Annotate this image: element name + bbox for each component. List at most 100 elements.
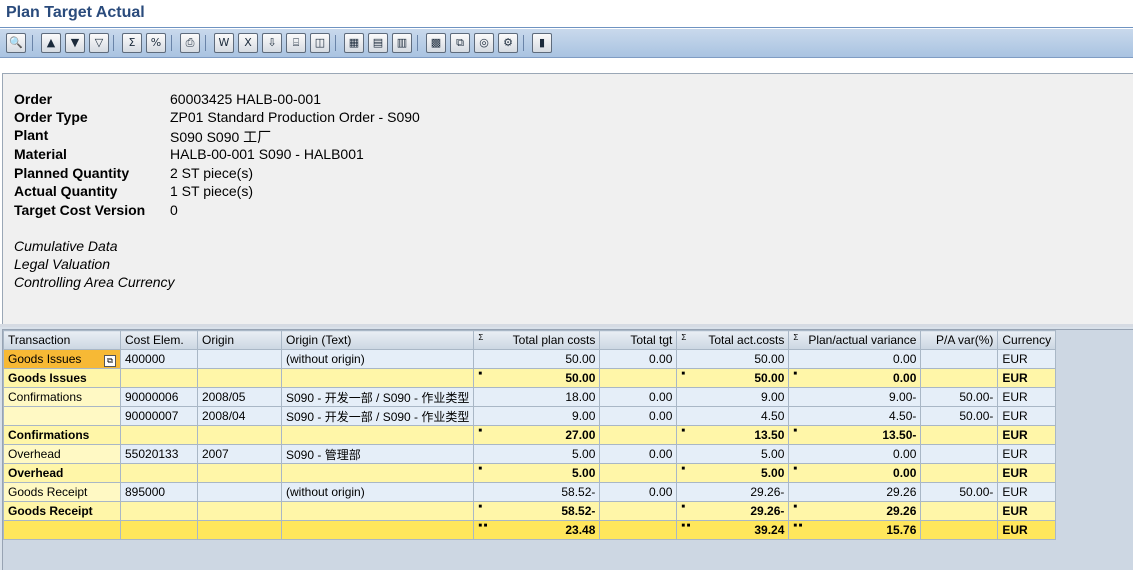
table-cell[interactable]: 2008/05 — [197, 387, 282, 407]
table-cell[interactable]: ■ 29.26- — [676, 501, 790, 521]
table-cell[interactable]: 4.50 — [676, 406, 790, 426]
table-cell[interactable]: 18.00 — [473, 387, 601, 407]
details-button[interactable]: 🔍 — [6, 33, 26, 53]
column-header[interactable]: Origin — [197, 330, 282, 350]
table-row[interactable]: Overhead 55020133 2007 S090 - 管理部 5.00 0.00 5.… — [3, 444, 1057, 464]
column-header[interactable]: Cost Elem. — [120, 330, 198, 350]
table-cell[interactable]: ■ 0.00 — [788, 463, 922, 483]
table-cell[interactable]: Goods Issues — [3, 368, 121, 388]
table-cell[interactable] — [3, 520, 121, 540]
settings-button[interactable]: ⚙ — [498, 33, 518, 53]
table-cell[interactable] — [280, 425, 475, 445]
table-cell[interactable]: EUR — [997, 482, 1057, 502]
table-cell[interactable] — [920, 349, 999, 369]
table-cell[interactable]: 2007 — [197, 444, 282, 464]
table-cell[interactable]: EUR — [997, 406, 1057, 426]
column-header[interactable]: Origin (Text) — [280, 330, 475, 350]
table-cell[interactable]: 58.52- — [473, 482, 601, 502]
table-cell[interactable] — [920, 368, 999, 388]
table-cell[interactable] — [120, 368, 198, 388]
table-cell[interactable]: S090 - 开发一部 / S090 - 作业类型 — [280, 406, 475, 426]
grand-total-row[interactable]: ■ ■ 23.48 ■ ■ 39.24 ■ ■ 15.76 EUR — [3, 520, 1057, 540]
table-cell[interactable]: EUR — [997, 520, 1057, 540]
subtotal-row[interactable]: Goods Issues ■ 50.00 ■ 50.00 ■ 0.00 EUR — [3, 368, 1057, 388]
table-cell[interactable] — [197, 349, 282, 369]
column-layout-button[interactable]: ▮ — [532, 33, 552, 53]
table-cell[interactable] — [197, 368, 282, 388]
table-cell[interactable]: Goods Receipt — [3, 501, 121, 521]
total-button[interactable]: Σ — [122, 33, 142, 53]
table-cell[interactable]: EUR — [997, 349, 1057, 369]
table-cell[interactable]: 50.00- — [920, 387, 999, 407]
table-cell[interactable] — [920, 501, 999, 521]
hotspot-icon[interactable]: ⧉ — [104, 354, 116, 367]
table-cell[interactable] — [920, 444, 999, 464]
table-cell[interactable]: Overhead — [3, 444, 121, 464]
table-cell[interactable]: 50.00- — [920, 406, 999, 426]
table-cell[interactable]: EUR — [997, 425, 1057, 445]
table-cell[interactable]: 0.00 — [599, 444, 678, 464]
table-cell[interactable] — [197, 463, 282, 483]
subtotal-row[interactable]: Goods Receipt ■ 58.52- ■ 29.26- ■ 29.26 EUR — [3, 501, 1057, 521]
table-cell[interactable]: ■ 50.00 — [473, 368, 601, 388]
column-header[interactable]: P/A var(%) — [920, 330, 999, 350]
table-cell[interactable]: 4.50- — [788, 406, 922, 426]
table-cell[interactable]: ■ ■ 23.48 — [473, 520, 601, 540]
table-cell[interactable] — [599, 520, 678, 540]
table-cell[interactable] — [920, 463, 999, 483]
table-cell[interactable]: EUR — [997, 444, 1057, 464]
subtotal-row[interactable]: Confirmations ■ 27.00 ■ 13.50 ■ 13.50- EUR — [3, 425, 1057, 445]
table-cell[interactable]: Confirmations — [3, 387, 121, 407]
filter-button[interactable]: ▽ — [89, 33, 109, 53]
table-cell[interactable] — [120, 425, 198, 445]
table-row[interactable]: ⧉ Goods Issues 400000 (without origin) 50.00… — [3, 349, 1057, 369]
table-cell[interactable]: ⧉ Goods Issues — [3, 349, 121, 369]
table-cell[interactable]: Confirmations — [3, 425, 121, 445]
table-cell[interactable]: S090 - 管理部 — [280, 444, 475, 464]
table-cell[interactable] — [120, 501, 198, 521]
table-cell[interactable] — [920, 520, 999, 540]
table-cell[interactable]: EUR — [997, 368, 1057, 388]
table-cell[interactable] — [197, 482, 282, 502]
column-header[interactable]: Total tgt — [599, 330, 678, 350]
table-cell[interactable]: 895000 — [120, 482, 198, 502]
table-cell[interactable]: 0.00 — [599, 406, 678, 426]
local-file-button[interactable]: ⇩ — [262, 33, 282, 53]
table-cell[interactable]: EUR — [997, 387, 1057, 407]
column-header[interactable]: Σ Total act.costs — [676, 330, 790, 350]
table-cell[interactable] — [599, 501, 678, 521]
table-cell[interactable]: 400000 — [120, 349, 198, 369]
table-row[interactable]: Goods Receipt 895000 (without origin) 58.52… — [3, 482, 1057, 502]
column-header[interactable]: Σ Plan/actual variance — [788, 330, 922, 350]
table-cell[interactable]: ■ 0.00 — [788, 368, 922, 388]
choose-layout-button[interactable]: ▦ — [344, 33, 364, 53]
table-cell[interactable] — [280, 501, 475, 521]
table-cell[interactable]: 5.00 — [473, 444, 601, 464]
table-cell[interactable]: 0.00 — [599, 482, 678, 502]
table-cell[interactable]: ■ 29.26 — [788, 501, 922, 521]
column-header[interactable]: Transaction — [3, 330, 121, 350]
table-cell[interactable]: S090 - 开发一部 / S090 - 作业类型 — [280, 387, 475, 407]
table-cell[interactable]: ■ ■ 15.76 — [788, 520, 922, 540]
table-cell[interactable] — [197, 425, 282, 445]
sort-ascending-button[interactable]: ▲ — [41, 33, 61, 53]
spreadsheet-button[interactable]: X — [238, 33, 258, 53]
sort-descending-button[interactable]: ▼ — [65, 33, 85, 53]
table-cell[interactable]: 29.26- — [676, 482, 790, 502]
table-cell[interactable]: ■ 13.50 — [676, 425, 790, 445]
table-cell[interactable]: 90000006 — [120, 387, 198, 407]
table-cell[interactable]: Overhead — [3, 463, 121, 483]
subtotal-row[interactable]: Overhead ■ 5.00 ■ 5.00 ■ 0.00 EUR — [3, 463, 1057, 483]
table-cell[interactable] — [280, 368, 475, 388]
table-cell[interactable]: 50.00 — [676, 349, 790, 369]
report-interface-button[interactable]: ⧉ — [450, 33, 470, 53]
table-cell[interactable]: ■ 27.00 — [473, 425, 601, 445]
table-cell[interactable] — [280, 463, 475, 483]
column-header[interactable]: Σ Total plan costs — [473, 330, 601, 350]
subtotal-button[interactable]: % — [146, 33, 166, 53]
table-cell[interactable]: ■ 5.00 — [676, 463, 790, 483]
table-cell[interactable]: 9.00 — [473, 406, 601, 426]
table-cell[interactable]: 2008/04 — [197, 406, 282, 426]
table-cell[interactable]: 29.26 — [788, 482, 922, 502]
table-cell[interactable] — [197, 520, 282, 540]
